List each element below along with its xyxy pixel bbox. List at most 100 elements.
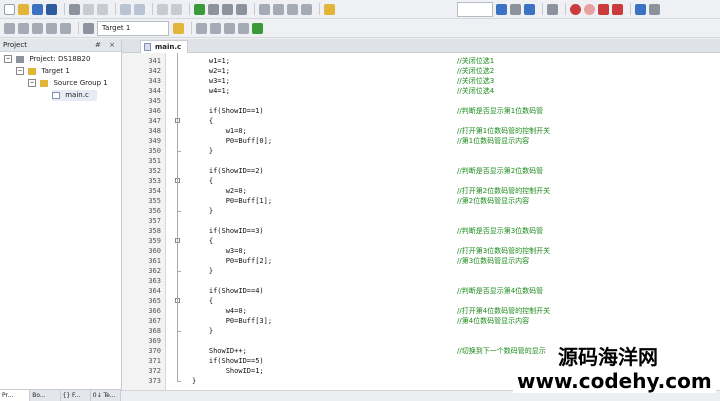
code-line[interactable]: { (192, 236, 213, 246)
zoom-icon[interactable] (547, 3, 558, 15)
select-packs-icon[interactable] (224, 22, 235, 34)
breakpoint-kill-icon[interactable] (598, 3, 609, 15)
code-line[interactable]: w1=1; (192, 56, 230, 66)
find-in-files-icon[interactable] (324, 3, 335, 15)
panel-bottom-tabs: Pr... Bo... {} F... 0↓ Te... (0, 389, 121, 401)
code-line[interactable]: w2=0; (192, 186, 247, 196)
translate-icon[interactable] (4, 22, 15, 34)
redo-icon[interactable] (134, 3, 145, 15)
code-line[interactable]: P0=Buff[0]; (192, 136, 272, 146)
tab-project[interactable]: Pr... (0, 390, 31, 401)
paste-icon[interactable] (97, 3, 108, 15)
line-number: 369 (148, 337, 161, 345)
bookmark-clear-icon[interactable] (236, 3, 247, 15)
open-folder-icon[interactable] (18, 3, 29, 15)
new-file-icon[interactable] (4, 3, 15, 15)
incremental-find-icon[interactable] (510, 3, 521, 15)
code-line[interactable]: w3=1; (192, 76, 230, 86)
save-icon[interactable] (32, 3, 43, 15)
code-line[interactable]: if(ShowID==4) (192, 286, 264, 296)
undo-icon[interactable] (120, 3, 131, 15)
code-line[interactable]: if(ShowID==5) (192, 356, 264, 366)
target-options-icon[interactable] (173, 22, 184, 34)
code-line[interactable]: { (192, 176, 213, 186)
bookmark-next-icon[interactable] (222, 3, 233, 15)
code-line[interactable]: w4=0; (192, 306, 247, 316)
cut-icon[interactable] (69, 3, 80, 15)
fold-end-marker (177, 381, 181, 382)
tab-books[interactable]: Bo... (30, 390, 61, 401)
code-line[interactable]: w3=0; (192, 246, 247, 256)
collapse-icon[interactable]: − (16, 67, 24, 75)
bookmark-prev-icon[interactable] (208, 3, 219, 15)
file-extensions-icon[interactable] (210, 22, 221, 34)
project-panel: Project # × − Project: DS18B20 − Target … (0, 39, 122, 391)
stop-build-icon[interactable] (60, 22, 71, 34)
find-combo[interactable] (457, 1, 493, 17)
code-line[interactable]: { (192, 296, 213, 306)
breakpoint-icon[interactable] (570, 3, 581, 15)
code-line[interactable]: P0=Buff[2]; (192, 256, 272, 266)
collapse-icon[interactable]: − (4, 55, 12, 63)
nav-forward-icon[interactable] (171, 3, 182, 15)
nav-back-icon[interactable] (157, 3, 168, 15)
indent-icon[interactable] (259, 3, 270, 15)
code-editor[interactable]: 341 342 343 344 345 346 347 348 349 350 351 352 353 3… (122, 53, 720, 390)
pack-installer-icon[interactable] (252, 22, 263, 34)
tree-item-main-c[interactable]: main.c (52, 90, 97, 101)
code-line[interactable]: } (192, 146, 213, 156)
panel-title: Project (3, 41, 27, 49)
code-line[interactable]: P0=Buff[1]; (192, 196, 272, 206)
line-number-gutter: 341 342 343 344 345 346 347 348 349 350 351 352 353 3… (122, 53, 166, 390)
line-number: 344 (148, 87, 161, 95)
configure-icon[interactable] (649, 3, 660, 15)
code-line[interactable]: { (192, 116, 213, 126)
bookmark-icon[interactable] (194, 3, 205, 15)
tree-item-source-group[interactable]: − Source Group 1 (28, 78, 108, 89)
tree-item-label: main.c (65, 91, 89, 99)
uncomment-icon[interactable] (301, 3, 312, 15)
batch-build-icon[interactable] (46, 22, 57, 34)
code-line[interactable]: ShowID++; (192, 346, 247, 356)
target-select[interactable]: Target 1 (97, 20, 169, 36)
build-icon[interactable] (18, 22, 29, 34)
breakpoint-disable-icon[interactable] (584, 3, 595, 15)
run-time-env-icon[interactable] (238, 22, 249, 34)
line-number: 345 (148, 97, 161, 105)
code-line[interactable]: ShowID=1; (192, 366, 264, 376)
window-layout-icon[interactable] (635, 3, 646, 15)
code-line[interactable]: } (192, 266, 213, 276)
tab-templates[interactable]: 0↓ Te... (91, 390, 121, 401)
rebuild-icon[interactable] (32, 22, 43, 34)
copy-icon[interactable] (83, 3, 94, 15)
breakpoint-clear-icon[interactable] (612, 3, 623, 15)
line-number: 360 (148, 247, 161, 255)
code-line[interactable]: if(ShowID==3) (192, 226, 264, 236)
code-line[interactable]: w4=1; (192, 86, 230, 96)
download-icon[interactable] (83, 22, 94, 34)
code-line[interactable]: w1=0; (192, 126, 247, 136)
tab-functions[interactable]: {} F... (61, 390, 91, 401)
panel-buttons[interactable]: # × (95, 39, 118, 51)
save-all-icon[interactable] (46, 3, 57, 15)
code-comment: //关闭位选3 (457, 77, 495, 85)
code-line[interactable]: } (192, 376, 196, 386)
tree-item-target[interactable]: − Target 1 (16, 66, 70, 77)
find-icon[interactable] (496, 3, 507, 15)
code-line[interactable]: if(ShowID==2) (192, 166, 264, 176)
collapse-icon[interactable]: − (28, 79, 36, 87)
manage-components-icon[interactable] (196, 22, 207, 34)
code-line[interactable]: if(ShowID==1) (192, 106, 264, 116)
tree-item-project[interactable]: − Project: DS18B20 (4, 54, 90, 65)
code-line[interactable]: w2=1; (192, 66, 230, 76)
debug-start-icon[interactable] (524, 3, 535, 15)
code-line[interactable]: P0=Buff[3]; (192, 316, 272, 326)
unindent-icon[interactable] (273, 3, 284, 15)
comment-icon[interactable] (287, 3, 298, 15)
code-line[interactable]: } (192, 326, 213, 336)
tab-main-c[interactable]: main.c (140, 40, 189, 53)
code-line[interactable]: } (192, 206, 213, 216)
code-comment: //打开第4位数码管的控制开关 (457, 307, 551, 315)
line-number: 364 (148, 287, 161, 295)
code-comment: //判断是否显示第4位数码管 (457, 287, 544, 295)
